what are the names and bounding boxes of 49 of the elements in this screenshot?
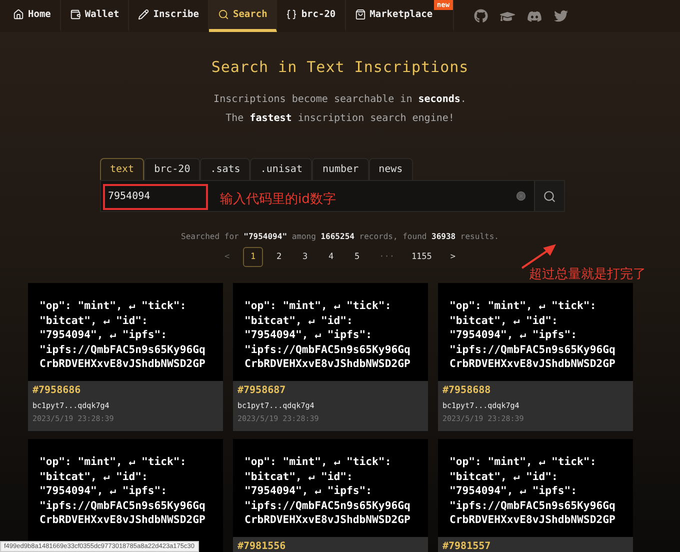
ellipsis: ··· — [378, 252, 396, 262]
pencil-icon — [138, 9, 150, 20]
inscription-text: "op": "mint", ↵ "tick": "bitcat", ↵ "id": "7954094", ↵ "ipfs": "ipfs://QmbFAC5n9s65Ky96GqCrbRDVEHXxvE8vJShdbNWSD2GP — [448, 455, 616, 528]
next-page-button[interactable]: > — [442, 247, 463, 267]
search-icon — [218, 9, 229, 20]
search-type-tab[interactable]: news — [368, 158, 413, 180]
inscription-number: #7981557 — [442, 541, 492, 552]
nav-tab[interactable]: Search — [208, 0, 278, 32]
inscription-number: #7958687 — [238, 385, 287, 396]
tagline: The fastest inscription search engine! — [226, 113, 454, 124]
page-title: Search in Text Inscriptions — [211, 58, 469, 76]
wallet-icon — [70, 9, 81, 20]
search-type-tab[interactable]: .unisat — [250, 158, 312, 180]
results-summary: Searched for "7954094" among 1665254 records, found 36938 results. — [181, 232, 499, 241]
page-button[interactable]: 5 — [347, 247, 368, 267]
search-type-tab[interactable]: number — [312, 158, 369, 180]
search-icon — [543, 190, 556, 202]
page-button[interactable]: 4 — [321, 247, 342, 267]
search-type-tab[interactable]: text — [100, 158, 144, 180]
inscription-number: #7958686 — [32, 385, 82, 396]
inscription-number: #7981556 — [238, 541, 287, 552]
inscription-card[interactable]: "op": "mint", ↵ "tick": "bitcat", ↵ "id": "7954094", ↵ "ipfs": "ipfs://QmbFAC5n9s65Ky96GqCrbRDVEHXxvE8vJShdbNWSD2GP #7981557 — [438, 439, 632, 552]
nav-tab[interactable]: Wallet — [60, 0, 130, 32]
braces-icon — [286, 9, 298, 20]
page-button[interactable]: 1155 — [406, 247, 437, 267]
inscription-text: "op": "mint", ↵ "tick": "bitcat", ↵ "id": "7954094", ↵ "ipfs": "ipfs://QmbFAC5n9s65Ky96GqCrbRDVEHXxvE8vJShdbNWSD2GP — [448, 299, 616, 372]
inscription-card[interactable]: "op": "mint", ↵ "tick": "bitcat", ↵ "id": "7954094", ↵ "ipfs": "ipfs://QmbFAC5n9s65Ky96GqCrbRDVEHXxvE8vJShdbNWSD2GP #7981556 — [232, 439, 428, 552]
search-button[interactable] — [534, 181, 564, 211]
inscription-number: #7958688 — [442, 385, 492, 396]
page-button[interactable]: 2 — [269, 247, 290, 267]
inscription-text: "op": "mint", ↵ "tick": "bitcat", ↵ "id": "7954094", ↵ "ipfs": "ipfs://QmbFAC5n9s65Ky96GqCrbRDVEHXxvE8vJShdbNWSD2GP — [38, 299, 206, 372]
github-icon[interactable] — [474, 9, 488, 23]
twitter-icon[interactable] — [554, 9, 568, 23]
inscription-text: "op": "mint", ↵ "tick": "bitcat", ↵ "id": "7954094", ↵ "ipfs": "ipfs://QmbFAC5n9s65Ky96GqCrbRDVEHXxvE8vJShdbNWSD2GP — [244, 455, 412, 528]
annotation-note: 超过总量就是打完了 — [529, 266, 646, 283]
search-type-tab[interactable]: .sats — [200, 158, 250, 180]
clear-icon[interactable] — [516, 191, 526, 201]
inscription-text: "op": "mint", ↵ "tick": "bitcat", ↵ "id": "7954094", ↵ "ipfs": "ipfs://QmbFAC5n9s65Ky96GqCrbRDVEHXxvE8vJShdbNWSD2GP — [38, 455, 206, 528]
annotation-note: 输入代码里的id数字 — [220, 191, 336, 208]
nav-tab[interactable]: Home — [4, 0, 61, 32]
nav-tab[interactable]: brc-20 — [277, 0, 346, 32]
house-icon — [13, 9, 24, 20]
page-button[interactable]: 1 — [243, 247, 264, 267]
page-button[interactable]: 3 — [295, 247, 316, 267]
search-type-tab[interactable]: brc-20 — [144, 158, 200, 180]
tagline: Inscriptions become searchable in seconds. — [214, 94, 466, 105]
bag-icon — [354, 9, 366, 20]
inscription-text: "op": "mint", ↵ "tick": "bitcat", ↵ "id": "7954094", ↵ "ipfs": "ipfs://QmbFAC5n9s65Ky96GqCrbRDVEHXxvE8vJShdbNWSD2GP — [244, 299, 412, 372]
discord-icon[interactable] — [526, 8, 542, 24]
